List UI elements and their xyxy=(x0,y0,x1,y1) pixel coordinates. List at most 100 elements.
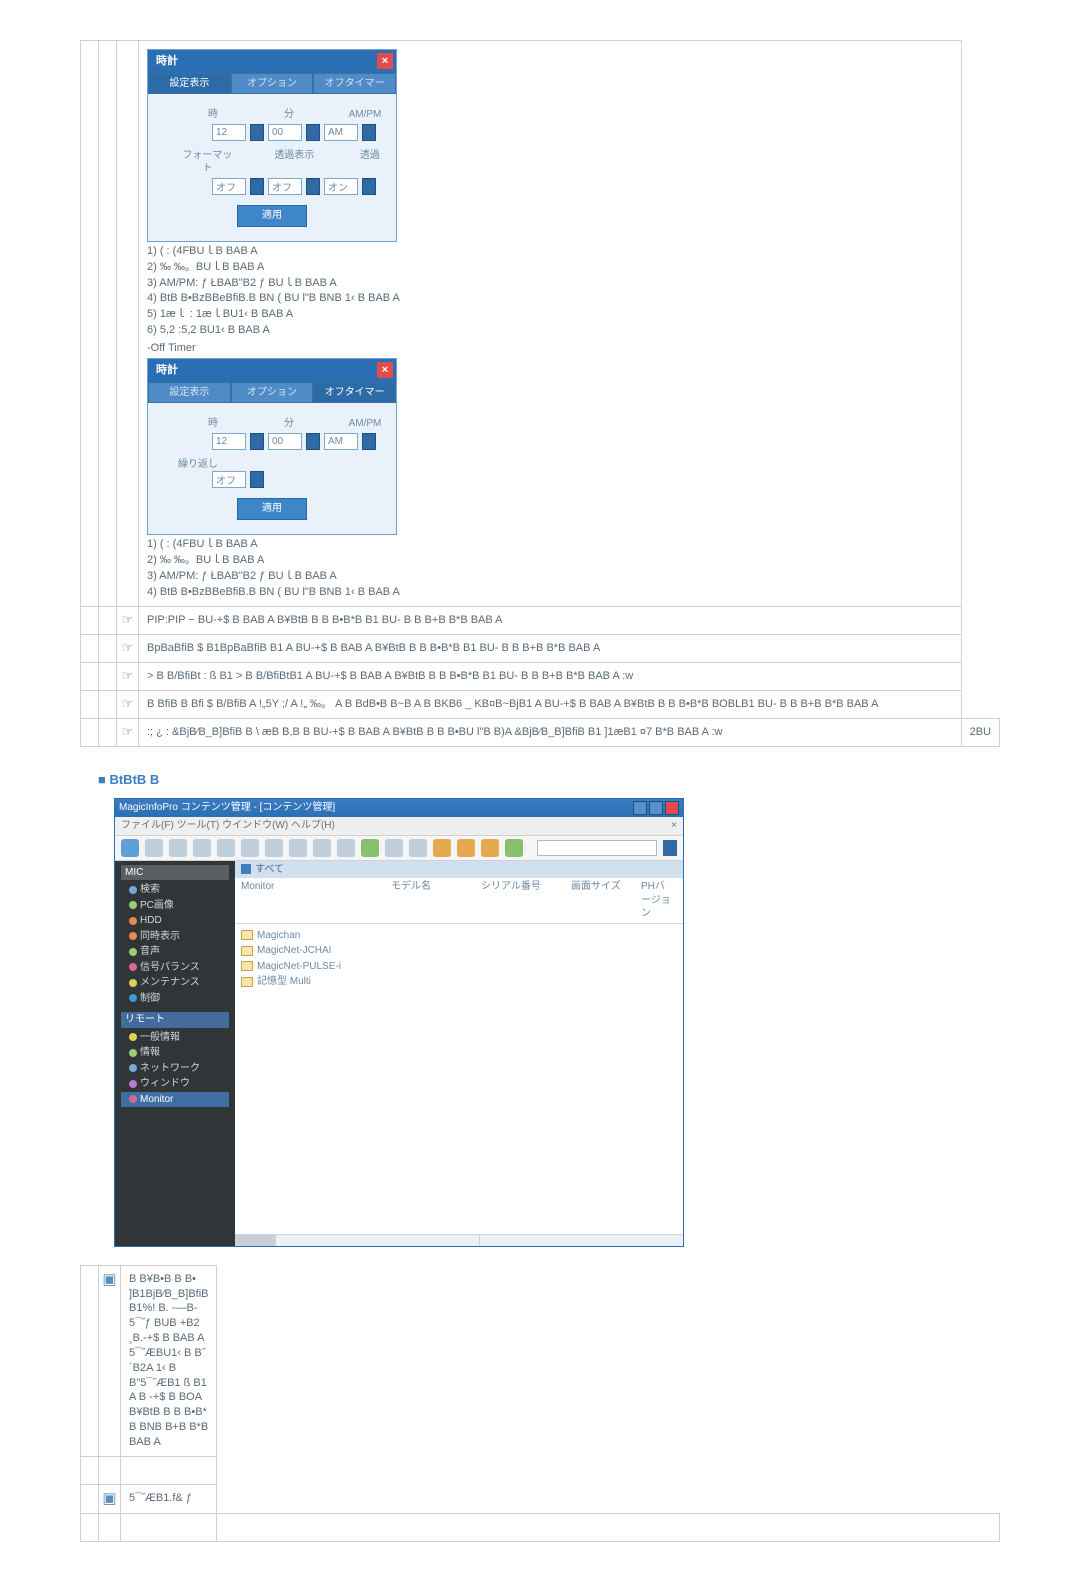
app-titlebar: MagicInfoPro コンテンツ管理 - [コンテンツ管理] xyxy=(115,799,683,817)
offtimer-titlebar: 時計 × xyxy=(148,359,396,382)
clock-apply-button[interactable]: 適用 xyxy=(237,205,307,227)
app-toolbar[interactable] xyxy=(115,836,683,861)
format-dropdown[interactable] xyxy=(250,178,264,195)
toolbar-icon[interactable] xyxy=(121,839,139,857)
offtimer-tab-1[interactable]: 設定表示 xyxy=(148,382,231,404)
toolbar-icon[interactable] xyxy=(241,839,259,857)
nav-tree[interactable]: MIC 検索 PC画像 HDD 同時表示 音声 信号パランス メンテナンス 制御… xyxy=(115,861,235,1246)
minimize-icon[interactable] xyxy=(633,801,647,815)
clock-hour-input[interactable] xyxy=(212,124,246,141)
clock-format-row xyxy=(160,178,384,195)
close-icon[interactable]: × xyxy=(377,362,393,378)
toolbar-icon[interactable] xyxy=(457,839,475,857)
close-window-icon[interactable] xyxy=(665,801,679,815)
list-item[interactable]: MagicNet-PULSE-i xyxy=(241,959,677,975)
clock-on-input[interactable] xyxy=(324,178,358,195)
path-icon xyxy=(241,864,251,874)
tree-item: ネットワーク xyxy=(129,1061,229,1077)
min-dropdown[interactable] xyxy=(306,124,320,141)
app-menu[interactable]: ファイル(F) ツール(T) ウインドウ(W) ヘルプ(H)× xyxy=(115,817,683,836)
file-items-list: Magichan MagicNet-JCHAI MagicNet-PULSE-i… xyxy=(235,924,683,994)
clock-min-input[interactable] xyxy=(268,124,302,141)
clock-tab-1[interactable]: 設定表示 xyxy=(148,73,231,95)
maximize-icon[interactable] xyxy=(649,801,663,815)
tree-item: 制御 xyxy=(129,991,229,1007)
app-footer xyxy=(235,1234,683,1246)
scrollbar-handle[interactable] xyxy=(235,1235,275,1246)
clock-time-row xyxy=(160,124,384,141)
offtimer-apply-button[interactable]: 適用 xyxy=(237,498,307,520)
offtimer-col-headers: 時 分 AM/PM xyxy=(160,417,384,431)
offtimer-dialog: 時計 × 設定表示 オプション オフタイマー 時 分 AM/PM 繰り xyxy=(147,358,397,535)
offtimer-min-input[interactable] xyxy=(268,433,302,450)
toolbar-address[interactable] xyxy=(537,840,657,856)
clock-dialog: 時計 × 設定表示 オプション オフタイマー 時 分 AM/PM xyxy=(147,49,397,242)
close-icon[interactable]: × xyxy=(377,53,393,69)
toolbar-icon[interactable] xyxy=(289,839,307,857)
repeat-dropdown[interactable] xyxy=(250,471,264,488)
toolbar-icon[interactable] xyxy=(505,839,523,857)
row-gt: > B B/BfiBt : ß B1 > B B/BfiBtB1 A BU-+$… xyxy=(139,663,962,691)
tree-item-selected: Monitor xyxy=(121,1092,229,1108)
bottom-row-pointer: 5¯˝ÆB1.f& ƒ xyxy=(121,1484,217,1513)
clock-dialog-titlebar: 時計 × xyxy=(148,50,396,73)
trans-dropdown[interactable] xyxy=(306,178,320,195)
toolbar-icon[interactable] xyxy=(337,839,355,857)
clock-ampm-input[interactable] xyxy=(324,124,358,141)
section-title: BtBtB B xyxy=(98,771,1000,789)
toolbar-icon[interactable] xyxy=(217,839,235,857)
toolbar-icon[interactable] xyxy=(193,839,211,857)
offtimer-notes: 1) ( : (4FBUｌB BAB A 2) ‰ ‰。BUｌB BAB A 3… xyxy=(147,537,953,599)
clock-tab-3[interactable]: オフタイマー xyxy=(313,73,396,95)
tree-item: 検索 xyxy=(129,882,229,898)
clock-format-input[interactable] xyxy=(212,178,246,195)
clock-trans-input[interactable] xyxy=(268,178,302,195)
file-pane-path: すべて xyxy=(235,861,683,879)
row-bbf: B BfiB B Bfi $ B/BfiB A !„5Y ;/ A !„ ‰。 … xyxy=(139,691,962,719)
hand-icon: ☞ xyxy=(117,663,139,691)
folder-icon xyxy=(241,930,253,940)
min-dropdown[interactable] xyxy=(306,433,320,450)
toolbar-icon[interactable] xyxy=(481,839,499,857)
tree-item: HDD xyxy=(129,913,229,929)
clock-tab-2[interactable]: オプション xyxy=(231,73,314,95)
pointer-icon: ▣ xyxy=(99,1484,121,1513)
row-last-main: :; ¿ : &BjB⁄B_B]BfiB B \ æB B,B B BU-+$ … xyxy=(139,718,962,746)
toolbar-icon[interactable] xyxy=(265,839,283,857)
toolbar-icon[interactable] xyxy=(145,839,163,857)
clock-section-cell: 時計 × 設定表示 オプション オフタイマー 時 分 AM/PM xyxy=(139,41,962,607)
toolbar-icon[interactable] xyxy=(361,839,379,857)
toolbar-go-icon[interactable] xyxy=(663,840,677,856)
ampm-dropdown[interactable] xyxy=(362,433,376,450)
list-item[interactable]: 記憶型 Multi xyxy=(241,974,677,990)
clock-notes: 1) ( : (4FBUｌB BAB A 2) ‰ ‰。BUｌB BAB A 3… xyxy=(147,244,953,338)
clock-options-table: 時計 × 設定表示 オプション オフタイマー 時 分 AM/PM xyxy=(80,40,1000,747)
hand-icon: ☞ xyxy=(117,635,139,663)
toolbar-icon[interactable] xyxy=(433,839,451,857)
tree-item: 一般情報 xyxy=(129,1030,229,1046)
offtimer-tab-3[interactable]: オフタイマー xyxy=(313,382,396,404)
offtimer-hour-input[interactable] xyxy=(212,433,246,450)
toolbar-icon[interactable] xyxy=(169,839,187,857)
bottom-table: ▣ B B¥B•B B B• ]B1BjB⁄B_B]BfiB B1%! B. -… xyxy=(80,1265,1000,1542)
folder-icon xyxy=(241,946,253,956)
list-item[interactable]: MagicNet-JCHAI xyxy=(241,943,677,959)
offtimer-repeat-input[interactable] xyxy=(212,471,246,488)
tree-root[interactable]: MIC xyxy=(121,865,229,881)
toolbar-icon[interactable] xyxy=(385,839,403,857)
tree-item: 同時表示 xyxy=(129,929,229,945)
toolbar-icon[interactable] xyxy=(409,839,427,857)
row-last-side: 2BU xyxy=(961,718,999,746)
folder-icon xyxy=(241,977,253,987)
offtimer-tab-2[interactable]: オプション xyxy=(231,382,314,404)
offtimer-ampm-input[interactable] xyxy=(324,433,358,450)
toolbar-icon[interactable] xyxy=(313,839,331,857)
list-item[interactable]: Magichan xyxy=(241,928,677,944)
tree-section-selected[interactable]: リモート xyxy=(121,1012,229,1028)
hour-dropdown[interactable] xyxy=(250,124,264,141)
hand-icon: ☞ xyxy=(117,607,139,635)
hour-dropdown[interactable] xyxy=(250,433,264,450)
clock-dialog-title: 時計 xyxy=(148,50,186,73)
ampm-dropdown[interactable] xyxy=(362,124,376,141)
on-dropdown[interactable] xyxy=(362,178,376,195)
